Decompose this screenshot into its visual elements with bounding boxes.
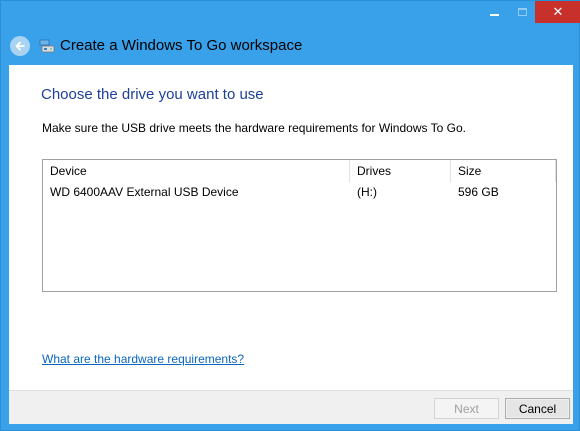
usb-drive-icon [39, 39, 55, 53]
column-header-size[interactable]: Size [451, 160, 556, 182]
close-button[interactable]: ✕ [535, 1, 580, 23]
row-device: WD 6400AAV External USB Device [50, 185, 239, 199]
maximize-button [509, 1, 535, 23]
cancel-button[interactable]: Cancel [505, 398, 570, 419]
wizard-window: ✕ Create a Windows To Go workspace Choos… [0, 0, 580, 431]
drive-list-header: Device Drives Size [43, 160, 556, 182]
row-drives: (H:) [357, 185, 377, 199]
minimize-icon [489, 14, 499, 16]
table-row[interactable]: WD 6400AAV External USB Device (H:) 596 … [43, 182, 556, 202]
page-heading: Choose the drive you want to use [41, 86, 264, 103]
next-button[interactable]: Next [434, 398, 499, 419]
page-description: Make sure the USB drive meets the hardwa… [42, 121, 466, 135]
column-header-drives[interactable]: Drives [350, 160, 451, 182]
window-title: Create a Windows To Go workspace [60, 37, 303, 54]
wizard-footer: Next Cancel [9, 390, 573, 424]
row-size: 596 GB [458, 185, 499, 199]
column-header-device[interactable]: Device [43, 160, 350, 182]
drive-list[interactable]: Device Drives Size WD 6400AAV External U… [42, 159, 557, 292]
back-button[interactable] [10, 36, 30, 56]
minimize-button[interactable] [479, 1, 509, 23]
maximize-icon [517, 8, 527, 16]
title-bar: ✕ Create a Windows To Go workspace [1, 1, 580, 65]
wizard-content: Choose the drive you want to use Make su… [9, 65, 573, 390]
back-arrow-icon [15, 41, 25, 51]
hardware-requirements-link[interactable]: What are the hardware requirements? [42, 352, 244, 366]
close-icon: ✕ [552, 4, 564, 19]
